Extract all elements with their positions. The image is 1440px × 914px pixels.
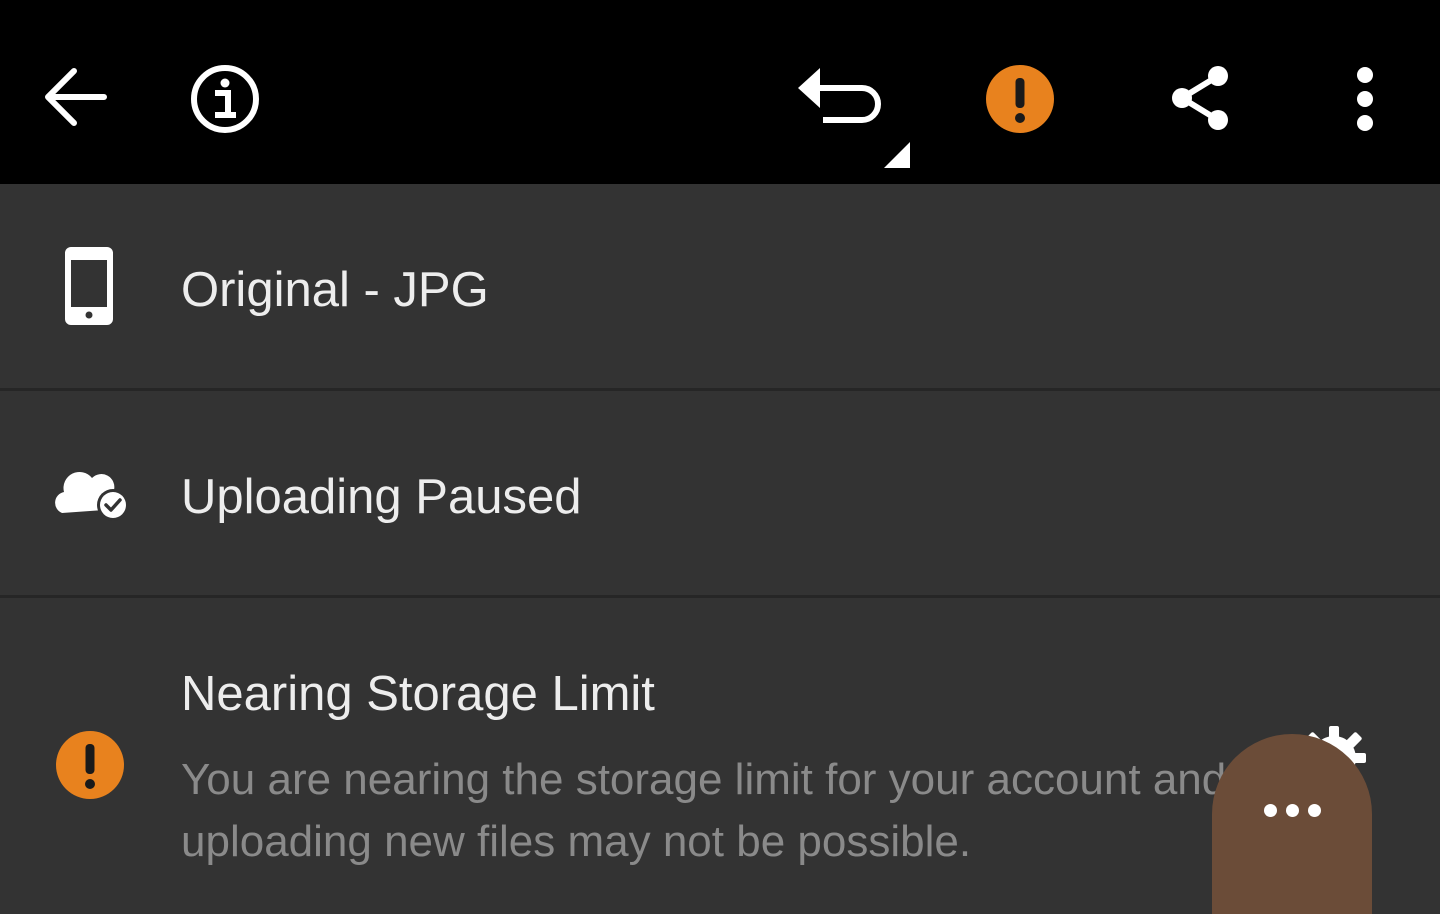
storage-limit-title: Nearing Storage Limit [181,667,655,721]
undo-icon [798,68,910,168]
upload-status-label: Uploading Paused [181,470,582,524]
phone-icon [64,246,114,326]
storage-limit-description: You are nearing the storage limit for yo… [181,755,1227,866]
info-icon [191,65,259,133]
warning-icon [55,730,125,800]
warning-icon [986,65,1054,133]
more-options-button[interactable] [1345,66,1385,132]
top-toolbar [0,0,1440,184]
original-format-label: Original - JPG [181,263,489,317]
original-format-row[interactable]: Original - JPG [0,184,1440,388]
undo-button[interactable] [794,62,914,172]
share-button[interactable] [1168,64,1232,132]
share-icon [1172,66,1228,130]
more-horizontal-icon [1263,804,1321,817]
warning-button[interactable] [985,64,1055,134]
back-arrow-icon [45,68,107,126]
cloud-check-icon [50,465,132,525]
upload-status-row[interactable]: Uploading Paused [0,391,1440,595]
more-vertical-icon [1357,67,1373,131]
info-button[interactable] [189,63,261,135]
more-actions-fab[interactable] [1212,734,1372,914]
back-button[interactable] [40,64,110,130]
